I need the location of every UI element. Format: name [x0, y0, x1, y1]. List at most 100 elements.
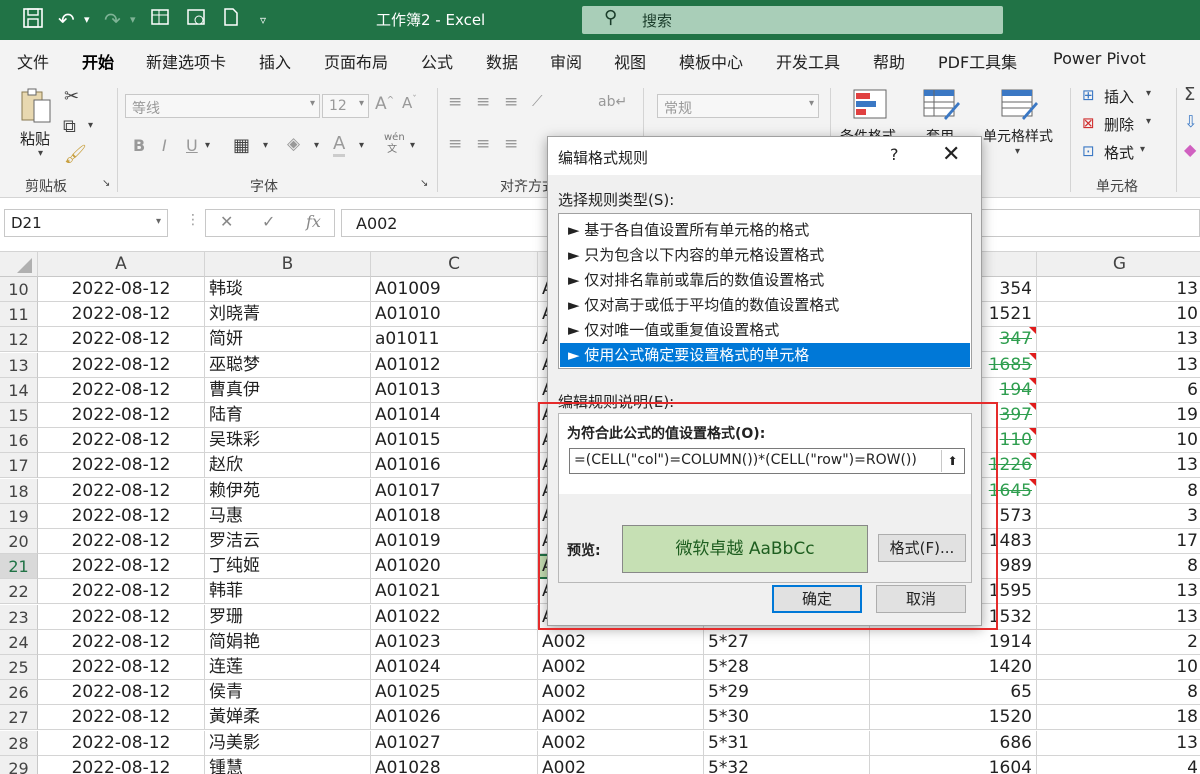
row-header[interactable]: 26 — [0, 680, 38, 706]
row-header[interactable]: 14 — [0, 377, 38, 403]
tab-pdf-tools[interactable]: PDF工具集 — [938, 49, 1017, 73]
tab-template-center[interactable]: 模板中心 — [679, 49, 743, 73]
tab-file[interactable]: 文件 — [17, 49, 49, 73]
border-icon[interactable]: ▦ — [233, 135, 250, 156]
row-header[interactable]: 11 — [0, 302, 38, 328]
italic-button[interactable]: I — [162, 136, 167, 155]
font-launcher-icon[interactable]: ↘ — [420, 178, 428, 189]
row-header[interactable]: 18 — [0, 478, 38, 504]
cell-a[interactable]: 2022-08-12 — [38, 529, 205, 554]
orientation-icon[interactable]: ⟋ — [532, 92, 543, 110]
number-format-combo[interactable]: 常规 ▾ — [657, 94, 819, 118]
cell-c[interactable]: A01012 — [371, 352, 538, 378]
cell-d[interactable]: A002 — [538, 655, 704, 680]
column-header-a[interactable]: A — [38, 252, 205, 277]
cell-g[interactable]: 19 — [1037, 403, 1200, 428]
delete-dropdown-icon[interactable]: ▾ — [1146, 116, 1151, 127]
font-size-combo[interactable]: 12 ▾ — [322, 94, 369, 118]
rule-type-item[interactable]: ► 只为包含以下内容的单元格设置格式 — [560, 243, 970, 267]
cell-a[interactable]: 2022-08-12 — [38, 503, 205, 529]
bold-button[interactable]: B — [133, 136, 145, 155]
format-as-table-icon[interactable] — [922, 88, 960, 124]
table-icon[interactable] — [150, 7, 170, 33]
cell-a[interactable]: 2022-08-12 — [38, 730, 205, 756]
cell-e[interactable]: 5*28 — [704, 655, 870, 680]
row-header[interactable]: 10 — [0, 277, 38, 302]
cell-c[interactable]: A01018 — [371, 503, 538, 529]
rule-type-item[interactable]: ► 仅对唯一值或重复值设置格式 — [560, 318, 970, 342]
fill-color-dropdown-icon[interactable]: ▾ — [314, 140, 319, 151]
paste-button[interactable]: 粘贴 — [20, 128, 50, 149]
row-header[interactable]: 28 — [0, 730, 38, 756]
cell-a[interactable]: 2022-08-12 — [38, 478, 205, 504]
rule-type-item[interactable]: ► 仅对排名靠前或靠后的数值设置格式 — [560, 268, 970, 292]
cell-g[interactable]: 13 — [1037, 605, 1200, 630]
cell-b[interactable]: 马惠 — [205, 503, 371, 529]
insert-function-icon[interactable]: fx — [306, 212, 321, 231]
clipboard-launcher-icon[interactable]: ↘ — [102, 178, 110, 189]
row-header[interactable]: 16 — [0, 428, 38, 454]
cell-c[interactable]: A01014 — [371, 403, 538, 428]
redo-icon[interactable]: ↷ — [104, 7, 121, 33]
cell-c[interactable]: A01025 — [371, 680, 538, 706]
cell-g[interactable]: 8 — [1037, 479, 1200, 504]
cell-c[interactable]: A01020 — [371, 554, 538, 580]
cell-g[interactable]: 13 — [1037, 453, 1200, 479]
cell-g[interactable]: 6 — [1037, 378, 1200, 403]
cell-b[interactable]: 罗珊 — [205, 604, 371, 630]
cell-c[interactable]: A01017 — [371, 478, 538, 504]
cell-c[interactable]: A01015 — [371, 428, 538, 454]
cell-e[interactable]: 5*29 — [704, 680, 870, 706]
paste-icon[interactable] — [18, 86, 54, 130]
collapse-dialog-icon[interactable]: ⬆ — [941, 450, 963, 472]
close-icon[interactable]: ✕ — [942, 142, 960, 167]
search-box[interactable]: ⚲ 搜索 — [582, 6, 1003, 34]
font-color-icon[interactable]: A — [333, 133, 346, 157]
align-left-icon[interactable]: ≡ — [448, 134, 462, 154]
cell-c[interactable]: A01016 — [371, 453, 538, 479]
cell-a[interactable]: 2022-08-12 — [38, 755, 205, 774]
cell-d[interactable]: A002 — [538, 705, 704, 731]
phonetic-icon[interactable]: wén 文 — [384, 132, 405, 156]
cell-b[interactable]: 曹真伊 — [205, 377, 371, 403]
cell-style-dropdown-icon[interactable]: ▾ — [1015, 146, 1020, 157]
row-header[interactable]: 24 — [0, 629, 38, 655]
cell-d[interactable]: A002 — [538, 629, 704, 655]
cell-g[interactable]: 10 — [1037, 428, 1200, 454]
cancel-icon[interactable]: ✕ — [220, 212, 233, 231]
cell-f[interactable]: 65 — [870, 680, 1037, 706]
cell-a[interactable]: 2022-08-12 — [38, 377, 205, 403]
format-painter-icon[interactable]: 🖌 — [64, 144, 87, 165]
cell-c[interactable]: A01022 — [371, 604, 538, 630]
rule-type-item[interactable]: ► 仅对高于或低于平均值的数值设置格式 — [560, 293, 970, 317]
rule-type-item[interactable]: ► 基于各自值设置所有单元格的格式 — [560, 218, 970, 242]
cell-g[interactable]: 3 — [1037, 504, 1200, 529]
cell-c[interactable]: A01019 — [371, 529, 538, 554]
cell-a[interactable]: 2022-08-12 — [38, 579, 205, 605]
tab-page-layout[interactable]: 页面布局 — [324, 49, 388, 73]
cell-g[interactable]: 13 — [1037, 353, 1200, 378]
cell-g[interactable]: 10 — [1037, 302, 1200, 328]
cell-g[interactable]: 10 — [1037, 655, 1200, 680]
cell-b[interactable]: 巫聪梦 — [205, 352, 371, 378]
copy-icon[interactable]: ⧉ — [63, 116, 76, 137]
cell-e[interactable]: 5*30 — [704, 705, 870, 731]
column-header-c[interactable]: C — [371, 252, 538, 277]
row-header[interactable]: 25 — [0, 655, 38, 680]
formula-input[interactable]: =(CELL("col")=COLUMN())*(CELL("row")=ROW… — [569, 448, 965, 474]
align-right-icon[interactable]: ≡ — [504, 134, 518, 154]
row-header[interactable]: 12 — [0, 327, 38, 353]
cell-g[interactable]: 17 — [1037, 529, 1200, 554]
insert-cells-icon[interactable]: ⊞ — [1082, 86, 1095, 104]
row-header[interactable]: 23 — [0, 604, 38, 630]
redo-dropdown-icon[interactable]: ▾ — [130, 7, 136, 33]
row-header[interactable]: 13 — [0, 352, 38, 378]
cell-g[interactable]: 13 — [1037, 731, 1200, 756]
cell-a[interactable]: 2022-08-12 — [38, 680, 205, 706]
fill-color-icon[interactable]: ◈ — [287, 134, 300, 154]
cell-style-button[interactable]: 单元格样式 — [983, 126, 1053, 146]
cell-a[interactable]: 2022-08-12 — [38, 352, 205, 378]
font-color-dropdown-icon[interactable]: ▾ — [359, 140, 364, 151]
cell-a[interactable]: 2022-08-12 — [38, 705, 205, 731]
cell-a[interactable]: 2022-08-12 — [38, 554, 205, 580]
